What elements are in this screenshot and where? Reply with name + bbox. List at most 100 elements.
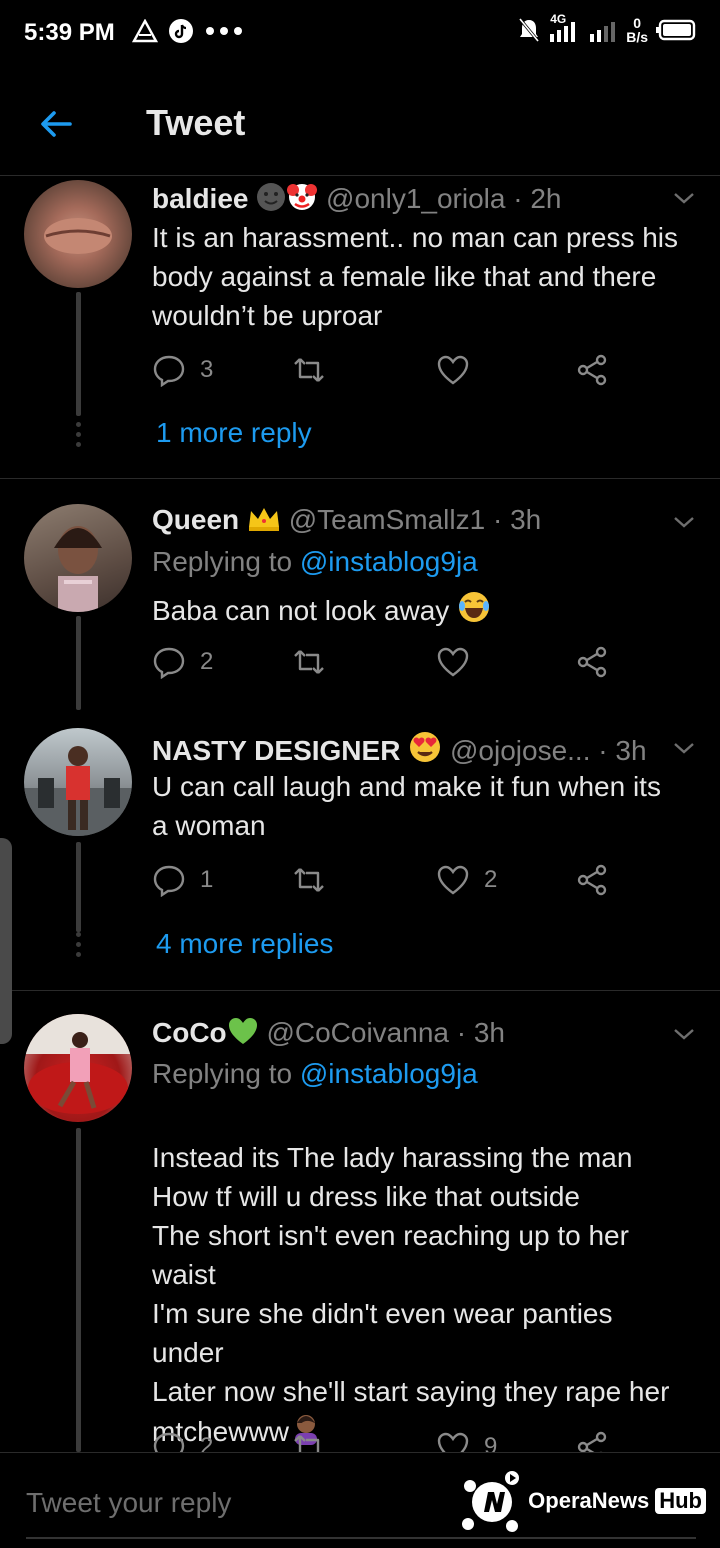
tweet-meta: CoCo @CoCoivanna · 3h bbox=[152, 1016, 505, 1049]
replying-to-handle[interactable]: @instablog9ja bbox=[300, 1058, 478, 1089]
status-bar: 5:39 PM 4G 0 B/s bbox=[0, 0, 720, 66]
thread-line bbox=[76, 292, 81, 416]
share-icon bbox=[577, 1431, 607, 1452]
clown-emoji-icon bbox=[287, 184, 318, 210]
share-button[interactable] bbox=[576, 645, 610, 679]
tweet-actions: 3 bbox=[152, 353, 622, 393]
tweet-time: · 3h bbox=[598, 735, 647, 766]
more-replies-link[interactable]: 1 more reply bbox=[156, 417, 312, 449]
divider bbox=[0, 990, 720, 991]
tweet-reply-baldiee[interactable]: baldiee @only1_oriola · 2h It is an hara… bbox=[0, 176, 720, 478]
laughing-emoji-icon bbox=[459, 592, 490, 622]
tweet-actions: 1 2 bbox=[152, 863, 622, 903]
like-button[interactable]: 9 bbox=[436, 1430, 497, 1452]
divider bbox=[0, 478, 720, 479]
tweet-thread-screen: 5:39 PM 4G 0 B/s Tweet baldiee @only1_or… bbox=[0, 0, 720, 1548]
replying-to-label: Replying to bbox=[152, 1058, 293, 1089]
display-name[interactable]: CoCo bbox=[152, 1017, 227, 1048]
tweet-time: · 2h bbox=[513, 183, 562, 214]
crown-emoji-icon bbox=[248, 508, 279, 531]
retweet-button[interactable] bbox=[292, 1430, 340, 1452]
tweet-meta: NASTY DESIGNER @ojojose... · 3h bbox=[152, 730, 647, 767]
replying-to-label: Replying to bbox=[152, 546, 293, 577]
retweet-icon bbox=[294, 1435, 320, 1452]
user-handle[interactable]: @CoCoivanna bbox=[266, 1017, 449, 1048]
user-handle[interactable]: @ojojose... bbox=[450, 735, 591, 766]
display-name[interactable]: Queen bbox=[152, 504, 239, 535]
user-handle[interactable]: @only1_oriola bbox=[326, 183, 505, 214]
warning-icon bbox=[132, 19, 158, 43]
tweet-text: U can call laugh and make it fun when it… bbox=[152, 771, 661, 841]
thread-line bbox=[76, 616, 81, 710]
share-button[interactable] bbox=[576, 353, 610, 387]
tweet-time: · 3h bbox=[456, 1017, 505, 1048]
replying-to-handle[interactable]: @instablog9ja bbox=[300, 546, 478, 577]
thread-line bbox=[76, 842, 81, 932]
tweet-text: Baba can not look away bbox=[152, 590, 682, 630]
reply-count: 3 bbox=[200, 356, 214, 383]
share-button[interactable] bbox=[576, 1430, 610, 1452]
retweet-icon bbox=[294, 650, 324, 674]
battery-icon bbox=[656, 19, 696, 41]
display-name[interactable]: baldiee bbox=[152, 183, 248, 214]
status-time: 5:39 PM bbox=[24, 19, 115, 46]
thread-dots bbox=[74, 422, 82, 452]
avatar[interactable] bbox=[24, 504, 132, 612]
reply-input[interactable]: Tweet your reply bbox=[26, 1487, 231, 1519]
page-title: Tweet bbox=[146, 102, 246, 143]
reply-button[interactable]: 3 bbox=[152, 353, 213, 387]
tweet-meta: baldiee @only1_oriola · 2h bbox=[152, 180, 562, 215]
chevron-down-icon[interactable] bbox=[672, 1022, 696, 1046]
reply-button[interactable]: 2 bbox=[152, 1430, 213, 1452]
edge-panel-handle[interactable] bbox=[0, 838, 12, 1044]
thread-line bbox=[76, 1128, 81, 1452]
back-arrow-icon[interactable] bbox=[36, 104, 76, 144]
like-count: 9 bbox=[484, 1433, 498, 1452]
avatar[interactable] bbox=[24, 180, 132, 288]
chevron-down-icon[interactable] bbox=[672, 186, 696, 210]
speed-value: 0 bbox=[633, 15, 641, 31]
share-icon bbox=[577, 646, 607, 678]
replying-to: Replying to @instablog9ja bbox=[152, 1058, 478, 1090]
reply-icon bbox=[153, 355, 185, 387]
reply-count: 2 bbox=[200, 1433, 214, 1452]
watermark-brand: OperaNews bbox=[528, 1488, 650, 1513]
reply-button[interactable]: 2 bbox=[152, 645, 213, 679]
retweet-button[interactable] bbox=[292, 353, 340, 387]
network-speed: 0 B/s bbox=[626, 16, 648, 44]
tweet-text-content: Instead its The lady harassing the man H… bbox=[152, 1142, 670, 1447]
tweet-reply-nasty-designer[interactable]: NASTY DESIGNER @ojojose... · 3h U can ca… bbox=[0, 710, 720, 990]
top-app-bar: Tweet bbox=[0, 66, 720, 176]
avatar[interactable] bbox=[24, 728, 132, 836]
display-name[interactable]: NASTY DESIGNER bbox=[152, 735, 400, 766]
reply-button[interactable]: 1 bbox=[152, 863, 213, 897]
thread-dots bbox=[74, 932, 82, 962]
heart-icon bbox=[437, 355, 469, 385]
heart-icon bbox=[437, 1432, 469, 1452]
like-button[interactable]: 2 bbox=[436, 863, 497, 897]
share-button[interactable] bbox=[576, 863, 610, 897]
more-replies-link[interactable]: 4 more replies bbox=[156, 928, 333, 960]
retweet-button[interactable] bbox=[292, 863, 340, 897]
retweet-icon bbox=[294, 358, 324, 382]
retweet-button[interactable] bbox=[292, 645, 340, 679]
more-dots-icon bbox=[206, 27, 242, 35]
tweet-time: · 3h bbox=[492, 504, 542, 535]
tweet-reply-coco[interactable]: CoCo @CoCoivanna · 3h Replying to @insta… bbox=[0, 992, 720, 1452]
like-count: 2 bbox=[484, 866, 498, 893]
status-left-icons bbox=[132, 18, 244, 44]
avatar[interactable] bbox=[24, 1014, 132, 1122]
green-heart-emoji-icon bbox=[228, 1018, 257, 1044]
tweet-actions: 2 9 bbox=[152, 1430, 622, 1452]
like-button[interactable] bbox=[436, 353, 484, 387]
chevron-down-icon[interactable] bbox=[672, 736, 696, 760]
tweet-reply-queen[interactable]: Queen @TeamSmallz1 · 3h Replying to @ins… bbox=[0, 480, 720, 710]
tweet-meta: Queen @TeamSmallz1 · 3h bbox=[152, 504, 541, 536]
reply-count: 1 bbox=[200, 866, 214, 893]
like-button[interactable] bbox=[436, 645, 484, 679]
watermark-hub: Hub bbox=[655, 1488, 706, 1514]
chevron-down-icon[interactable] bbox=[672, 510, 696, 534]
reply-icon bbox=[153, 647, 185, 679]
replying-to: Replying to @instablog9ja bbox=[152, 546, 478, 578]
user-handle[interactable]: @TeamSmallz1 bbox=[289, 504, 485, 535]
